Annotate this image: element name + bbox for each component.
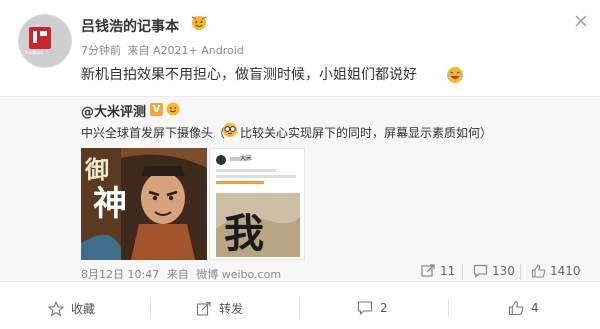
repost-forward-count: 11 <box>440 264 456 278</box>
repost-comment-count: 130 <box>492 264 515 278</box>
divider <box>462 264 463 280</box>
post-time[interactable]: 7分钟前 <box>81 44 121 57</box>
favorite-button[interactable]: 收藏 <box>48 300 95 317</box>
avatar-watermark: feedback <box>25 50 44 55</box>
laughing-emoji-icon <box>447 67 463 83</box>
like-count: 4 <box>531 301 539 315</box>
comment-button[interactable]: 2 <box>357 300 388 316</box>
repost-stat-comment[interactable]: 130 <box>473 264 515 278</box>
like-button[interactable]: 4 <box>508 300 539 316</box>
comment-icon <box>357 301 373 316</box>
repost-image-1[interactable]: 御 神 <box>81 148 207 260</box>
repost-meta: 8月12日 10:47 来自 微博 weibo.com <box>81 266 285 282</box>
fan-badge-icon[interactable] <box>165 101 181 117</box>
close-icon[interactable] <box>574 14 588 28</box>
forward-label: 转发 <box>219 302 244 316</box>
star-icon <box>48 300 64 317</box>
post-meta: 7分钟前 来自 A2021+ Android <box>81 42 247 58</box>
forward-icon <box>196 301 211 316</box>
thumbs-up-icon <box>531 264 546 278</box>
fan-badge-icon[interactable] <box>190 15 208 31</box>
divider <box>520 264 521 280</box>
glasses-emoji-icon <box>223 123 237 137</box>
verified-badge: V <box>150 103 163 116</box>
avatar-logo-mark <box>29 27 51 49</box>
divider <box>150 299 151 317</box>
image1-char-2: 神 <box>93 184 127 224</box>
favorite-label: 收藏 <box>71 302 96 316</box>
divider <box>448 299 449 317</box>
thumbs-up-icon <box>508 300 524 316</box>
post-text: 新机自拍效果不用担心，做盲测时候，小姐姐们都说好 <box>81 67 417 83</box>
repost-date[interactable]: 8月12日 10:47 <box>81 268 159 281</box>
image2-char: 我 <box>224 210 264 257</box>
forward-icon <box>421 264 435 277</box>
repost-image-2[interactable]: 大米 我 <box>209 148 305 260</box>
avatar[interactable]: feedback <box>18 14 72 68</box>
post-source[interactable]: 来自 A2021+ Android <box>128 44 244 57</box>
divider <box>299 299 300 317</box>
comment-count: 2 <box>380 301 388 315</box>
repost-author[interactable]: @大米评测 <box>81 101 146 120</box>
user-name[interactable]: 吕钱浩的记事本 <box>81 16 179 36</box>
weibo-post-card: feedback 吕钱浩的记事本 7分钟前 来自 A2021+ Android … <box>0 0 600 329</box>
forward-button[interactable]: 转发 <box>196 300 243 317</box>
repost-stat-like[interactable]: 1410 <box>531 264 581 278</box>
image2-header-text: 大米 <box>240 155 253 162</box>
repost-via: 来自 <box>166 268 189 281</box>
repost-text-part1: 中兴全球首发屏下摄像头（ <box>81 126 226 140</box>
repost-stat-forward[interactable]: 11 <box>421 264 455 278</box>
repost-site[interactable]: 微博 weibo.com <box>196 268 281 281</box>
repost-text-part2: 比较关心实现屏下的同时，屏幕显示素质如何） <box>240 126 493 140</box>
repost-like-count: 1410 <box>550 264 581 278</box>
comment-icon <box>473 264 488 278</box>
